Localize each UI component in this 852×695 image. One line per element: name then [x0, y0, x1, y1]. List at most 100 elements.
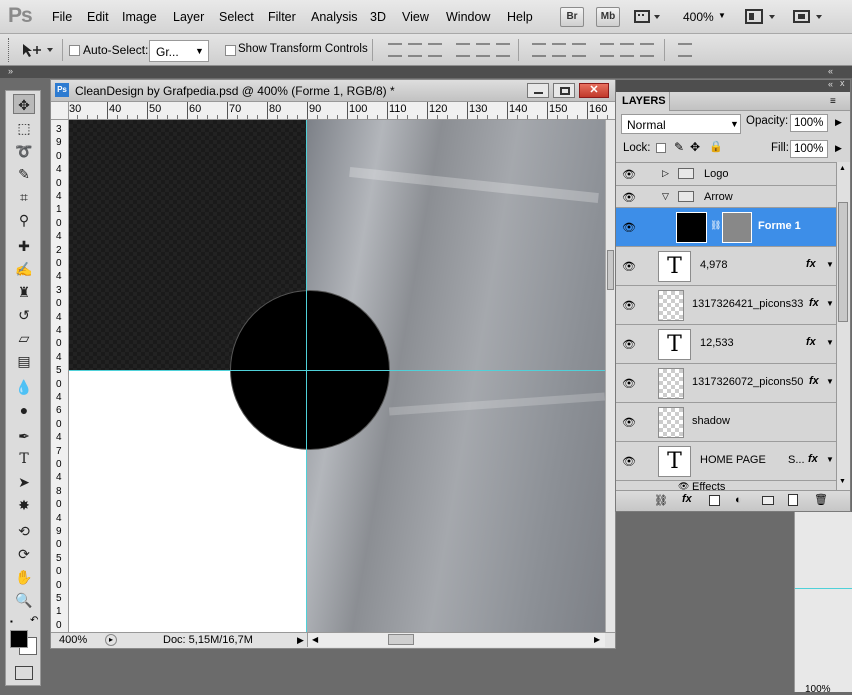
expand-effects-icon[interactable]: ▼	[826, 338, 834, 347]
expand-effects-icon[interactable]: ▼	[826, 299, 834, 308]
mini-bridge-button[interactable]: Mb	[596, 7, 620, 27]
layer-row[interactable]: 👁 T 4,978 fx ▼	[616, 247, 836, 286]
fx-badge-icon[interactable]: fx	[806, 258, 816, 270]
eye-icon[interactable]: 👁	[678, 481, 689, 490]
eye-icon[interactable]: 👁	[620, 455, 638, 468]
history-brush-tool-icon[interactable]: ↺	[13, 305, 35, 325]
distribute-left-icon[interactable]	[600, 43, 614, 57]
layer-row[interactable]: 👁 T HOME PAGE S... fx ▼	[616, 442, 836, 481]
eye-icon[interactable]: 👁	[620, 377, 638, 390]
canvas[interactable]	[69, 120, 605, 632]
align-bottom-icon[interactable]	[428, 43, 442, 57]
gradient-tool-icon[interactable]: ▤	[13, 351, 35, 371]
menu-select[interactable]: Select	[219, 10, 254, 24]
fx-badge-icon[interactable]: fx	[809, 375, 819, 387]
new-group-icon[interactable]	[762, 496, 774, 505]
align-hcenter-icon[interactable]	[476, 43, 490, 57]
scroll-left-icon[interactable]: ◀	[312, 635, 318, 644]
lock-position-icon[interactable]: ✥	[690, 140, 700, 154]
panel-menu-icon[interactable]: ≡	[830, 96, 836, 107]
layer-group-row[interactable]: 👁 ▷ Logo	[616, 163, 836, 186]
adjustment-layer-icon[interactable]: ◐	[735, 494, 742, 506]
vertical-scrollbar[interactable]	[605, 120, 615, 632]
distribute-vcenter-icon[interactable]	[552, 43, 566, 57]
blend-mode-dropdown[interactable]: Normal ▼	[621, 114, 741, 134]
eye-icon[interactable]: 👁	[620, 299, 638, 312]
layer-row-selected[interactable]: 👁 ⛓ Forme 1	[616, 208, 836, 247]
clone-stamp-tool-icon[interactable]: ♜	[13, 282, 35, 302]
vertical-scroll-thumb[interactable]	[607, 250, 614, 290]
foreground-color-swatch[interactable]	[10, 630, 28, 648]
custom-shape-tool-icon[interactable]: ✸	[13, 495, 35, 515]
layers-tab[interactable]: LAYERS	[616, 92, 670, 111]
opacity-slider-icon[interactable]: ▶	[835, 117, 842, 128]
layers-scroll-thumb[interactable]	[838, 202, 848, 322]
menu-window[interactable]: Window	[446, 10, 490, 24]
dodge-tool-icon[interactable]: ●	[13, 400, 35, 420]
status-menu-icon[interactable]: ▸	[105, 634, 117, 646]
eye-icon[interactable]: 👁	[620, 168, 638, 181]
layer-row[interactable]: 👁 shadow	[616, 403, 836, 442]
marquee-tool-icon[interactable]: ⬚	[13, 118, 35, 138]
quick-selection-tool-icon[interactable]: ✎	[13, 164, 35, 184]
blur-tool-icon[interactable]: 💧	[13, 377, 35, 397]
lock-pixels-icon[interactable]: ✎	[674, 140, 684, 154]
menu-layer[interactable]: Layer	[173, 10, 204, 24]
distribute-bottom-icon[interactable]	[572, 43, 586, 57]
bridge-button[interactable]: Br	[560, 7, 584, 27]
menu-image[interactable]: Image	[122, 10, 157, 24]
effects-row[interactable]: 👁 Effects	[616, 481, 836, 490]
zoom-dropdown-icon[interactable]: ▼	[718, 11, 726, 20]
screen-mode-icon[interactable]	[792, 9, 826, 25]
eye-icon[interactable]: 👁	[620, 221, 638, 234]
collapse-arrow-icon[interactable]: ▷	[662, 168, 669, 179]
menu-3d[interactable]: 3D	[370, 10, 386, 24]
fx-badge-icon[interactable]: fx	[806, 336, 816, 348]
lock-all-icon[interactable]: 🔒	[709, 140, 723, 153]
show-transform-checkbox[interactable]	[225, 45, 236, 56]
align-left-icon[interactable]	[456, 43, 470, 57]
fill-slider-icon[interactable]: ▶	[835, 143, 842, 154]
new-layer-icon[interactable]	[788, 494, 798, 506]
auto-align-layers-icon[interactable]	[678, 43, 692, 57]
horizontal-scrollbar[interactable]: ◀ ▶	[307, 633, 605, 647]
minimize-button[interactable]	[527, 83, 549, 98]
distribute-top-icon[interactable]	[532, 43, 546, 57]
menu-filter[interactable]: Filter	[268, 10, 296, 24]
eraser-tool-icon[interactable]: ▱	[13, 328, 35, 348]
horizontal-scroll-thumb[interactable]	[388, 634, 414, 645]
menu-view[interactable]: View	[402, 10, 429, 24]
close-panel-icon[interactable]: x	[840, 78, 845, 88]
layer-row[interactable]: 👁 T 12,533 fx ▼	[616, 325, 836, 364]
link-icon[interactable]: ⛓	[710, 220, 721, 231]
lock-transparent-icon[interactable]	[656, 143, 666, 153]
eye-icon[interactable]: 👁	[620, 416, 638, 429]
opacity-input[interactable]: 100%	[790, 114, 828, 132]
status-expand-icon[interactable]: ▶	[297, 635, 304, 646]
fill-input[interactable]: 100%	[790, 140, 828, 158]
hand-tool-icon[interactable]: ✋	[13, 567, 35, 587]
close-button[interactable]: ✕	[579, 83, 609, 98]
menu-help[interactable]: Help	[507, 10, 533, 24]
view-extras-icon[interactable]	[634, 9, 664, 25]
ruler-origin[interactable]	[51, 102, 69, 120]
brush-tool-icon[interactable]: ✍	[13, 259, 35, 279]
auto-select-checkbox[interactable]	[69, 45, 80, 56]
guide-horizontal[interactable]	[69, 370, 605, 371]
lasso-tool-icon[interactable]: ➰	[13, 141, 35, 161]
expand-effects-icon[interactable]: ▼	[826, 455, 834, 464]
zoom-tool-icon[interactable]: 🔍	[13, 590, 35, 610]
quick-mask-icon[interactable]	[15, 666, 33, 680]
expand-effects-icon[interactable]: ▼	[826, 260, 834, 269]
zoom-level[interactable]: 400%	[683, 10, 714, 24]
pen-tool-icon[interactable]: ✒	[13, 426, 35, 446]
move-tool-preset-icon[interactable]	[20, 42, 56, 58]
fx-badge-icon[interactable]: fx	[809, 297, 819, 309]
align-vcenter-icon[interactable]	[408, 43, 422, 57]
layer-row[interactable]: 👁 1317326421_picons33 fx ▼	[616, 286, 836, 325]
menu-analysis[interactable]: Analysis	[311, 10, 358, 24]
menu-file[interactable]: File	[52, 10, 72, 24]
delete-layer-icon[interactable]: 🗑	[814, 493, 828, 506]
maximize-button[interactable]	[553, 83, 575, 98]
3d-orbit-tool-icon[interactable]: ⟳	[13, 544, 35, 564]
